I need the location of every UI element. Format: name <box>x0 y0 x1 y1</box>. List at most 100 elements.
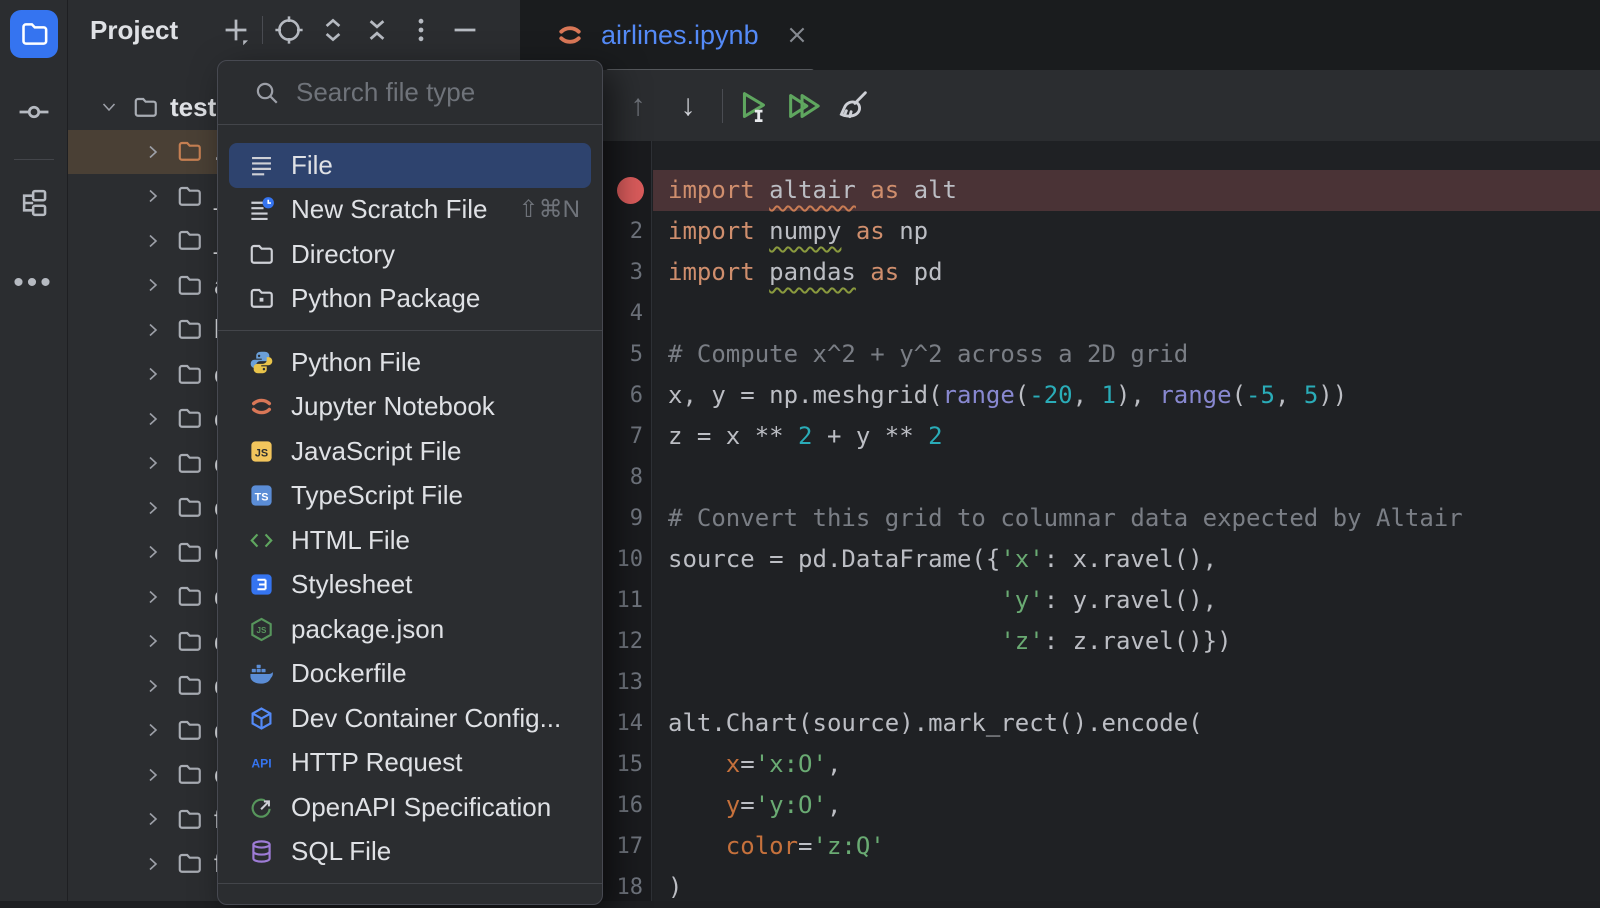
menu-item-label: JavaScript File <box>291 436 462 467</box>
search-icon <box>254 80 280 106</box>
code-line[interactable]: color='z:Q' <box>668 826 1600 867</box>
locate-icon[interactable] <box>267 8 311 52</box>
structure-icon[interactable] <box>17 186 51 220</box>
chevron-right-icon[interactable] <box>142 141 164 163</box>
chevron-right-icon[interactable] <box>142 497 164 519</box>
arrow-down-icon[interactable]: ↓ <box>668 86 708 126</box>
menu-item-label: File <box>291 150 333 181</box>
hide-icon[interactable] <box>443 8 487 52</box>
folder-icon <box>17 17 51 51</box>
code-line[interactable]: alt.Chart(source).mark_rect().encode( <box>668 703 1600 744</box>
project-tool-button[interactable] <box>10 10 58 58</box>
jupyter-icon <box>248 393 275 420</box>
menu-item-package-json[interactable]: JSpackage.json <box>218 607 602 652</box>
folder-icon <box>176 450 203 477</box>
tab-bar: airlines.ipynb <box>520 0 1600 70</box>
menu-item-python-file[interactable]: Python File <box>218 340 602 385</box>
menu-item-jupyter-notebook[interactable]: Jupyter Notebook <box>218 385 602 430</box>
popup-search-field[interactable]: Search file type <box>218 61 602 125</box>
menu-item-label: Python File <box>291 347 421 378</box>
chevron-right-icon[interactable] <box>142 808 164 830</box>
menu-item-http-request[interactable]: APIHTTP Request <box>218 741 602 786</box>
chevron-right-icon[interactable] <box>142 541 164 563</box>
code-line[interactable]: # Convert this grid to columnar data exp… <box>668 498 1600 539</box>
code-line[interactable]: # Compute x^2 + y^2 across a 2D grid <box>668 334 1600 375</box>
chevron-right-icon[interactable] <box>142 230 164 252</box>
folder-icon <box>176 628 203 655</box>
scratch-file-icon <box>248 196 275 223</box>
run-cell-icon[interactable] <box>733 86 773 126</box>
commit-icon[interactable] <box>17 95 51 129</box>
code-line[interactable]: source = pd.DataFrame({'x': x.ravel(), <box>668 539 1600 580</box>
folder-icon <box>176 539 203 566</box>
menu-item-label: Stylesheet <box>291 569 412 600</box>
folder-icon <box>176 316 203 343</box>
new-file-popup: Search file type File New Scratch File⇧⌘N… <box>217 60 603 905</box>
python-icon <box>248 349 275 376</box>
toolbar-separator <box>722 89 723 123</box>
menu-item-sql-file[interactable]: SQL File <box>218 830 602 875</box>
menu-item-file[interactable]: File <box>229 143 591 188</box>
collapse-all-icon[interactable] <box>355 8 399 52</box>
sql-icon <box>248 838 275 865</box>
menu-item-javascript-file[interactable]: JSJavaScript File <box>218 429 602 474</box>
chevron-right-icon[interactable] <box>142 719 164 741</box>
chevron-right-icon[interactable] <box>142 675 164 697</box>
more-icon[interactable]: ••• <box>17 266 51 300</box>
code-line[interactable]: z = x ** 2 + y ** 2 <box>668 416 1600 457</box>
chevron-right-icon[interactable] <box>142 586 164 608</box>
code-line[interactable]: 'z': z.ravel()}) <box>668 621 1600 662</box>
menu-item-typescript-file[interactable]: TSTypeScript File <box>218 474 602 519</box>
directory-icon <box>248 241 275 268</box>
jupyter-icon <box>555 20 585 50</box>
code-line[interactable] <box>668 293 1600 334</box>
menu-item-html-file[interactable]: HTML File <box>218 518 602 563</box>
plus-icon[interactable] <box>214 8 258 52</box>
folder-icon <box>176 361 203 388</box>
chevron-down-icon[interactable] <box>98 96 120 118</box>
code-line[interactable] <box>668 662 1600 703</box>
code-editor[interactable]: 23456789101112131415161718 import altair… <box>520 141 1600 901</box>
menu-item-dockerfile[interactable]: Dockerfile <box>218 652 602 697</box>
menu-item-dev-container-config[interactable]: Dev Container Config... <box>218 696 602 741</box>
chevron-right-icon[interactable] <box>142 319 164 341</box>
menu-item-label: OpenAPI Specification <box>291 792 551 823</box>
code-line[interactable]: import numpy as np <box>668 211 1600 252</box>
code-line[interactable]: x='x:O', <box>668 744 1600 785</box>
menu-item-directory[interactable]: Directory <box>218 232 602 277</box>
menu-item-stylesheet[interactable]: Stylesheet <box>218 563 602 608</box>
expand-all-icon[interactable] <box>311 8 355 52</box>
chevron-right-icon[interactable] <box>142 764 164 786</box>
menu-item-new-scratch-file[interactable]: New Scratch File⇧⌘N <box>218 188 602 233</box>
panel-title: Project <box>90 15 178 46</box>
code-line[interactable]: import altair as alt <box>668 170 1600 211</box>
code-line[interactable]: import pandas as pd <box>668 252 1600 293</box>
code-line[interactable] <box>668 457 1600 498</box>
code-line[interactable]: ) <box>668 867 1600 908</box>
chevron-right-icon[interactable] <box>142 185 164 207</box>
openapi-icon <box>248 794 275 821</box>
chevron-right-icon[interactable] <box>142 452 164 474</box>
clear-outputs-icon[interactable] <box>833 86 873 126</box>
arrow-up-icon[interactable]: ↑ <box>618 86 658 126</box>
menu-item-label: package.json <box>291 614 444 645</box>
chevron-right-icon[interactable] <box>142 853 164 875</box>
code-line[interactable]: x, y = np.meshgrid(range(-20, 1), range(… <box>668 375 1600 416</box>
menu-item-label: HTML File <box>291 525 410 556</box>
chevron-right-icon[interactable] <box>142 630 164 652</box>
svg-text:API: API <box>251 757 271 771</box>
code-line[interactable]: y='y:O', <box>668 785 1600 826</box>
dev-container-icon <box>248 705 275 732</box>
close-icon[interactable] <box>785 23 809 47</box>
code-line[interactable]: 'y': y.ravel(), <box>668 580 1600 621</box>
chevron-right-icon[interactable] <box>142 408 164 430</box>
kebab-menu-icon[interactable] <box>399 8 443 52</box>
chevron-right-icon[interactable] <box>142 363 164 385</box>
folder-icon <box>176 761 203 788</box>
run-all-cells-icon[interactable] <box>783 86 823 126</box>
menu-item-python-package[interactable]: Python Package <box>218 277 602 322</box>
activity-bar: ••• <box>0 0 68 901</box>
chevron-right-icon[interactable] <box>142 274 164 296</box>
notebook-toolbar: ↑ ↓ <box>520 70 1600 141</box>
menu-item-openapi-specification[interactable]: OpenAPI Specification <box>218 785 602 830</box>
